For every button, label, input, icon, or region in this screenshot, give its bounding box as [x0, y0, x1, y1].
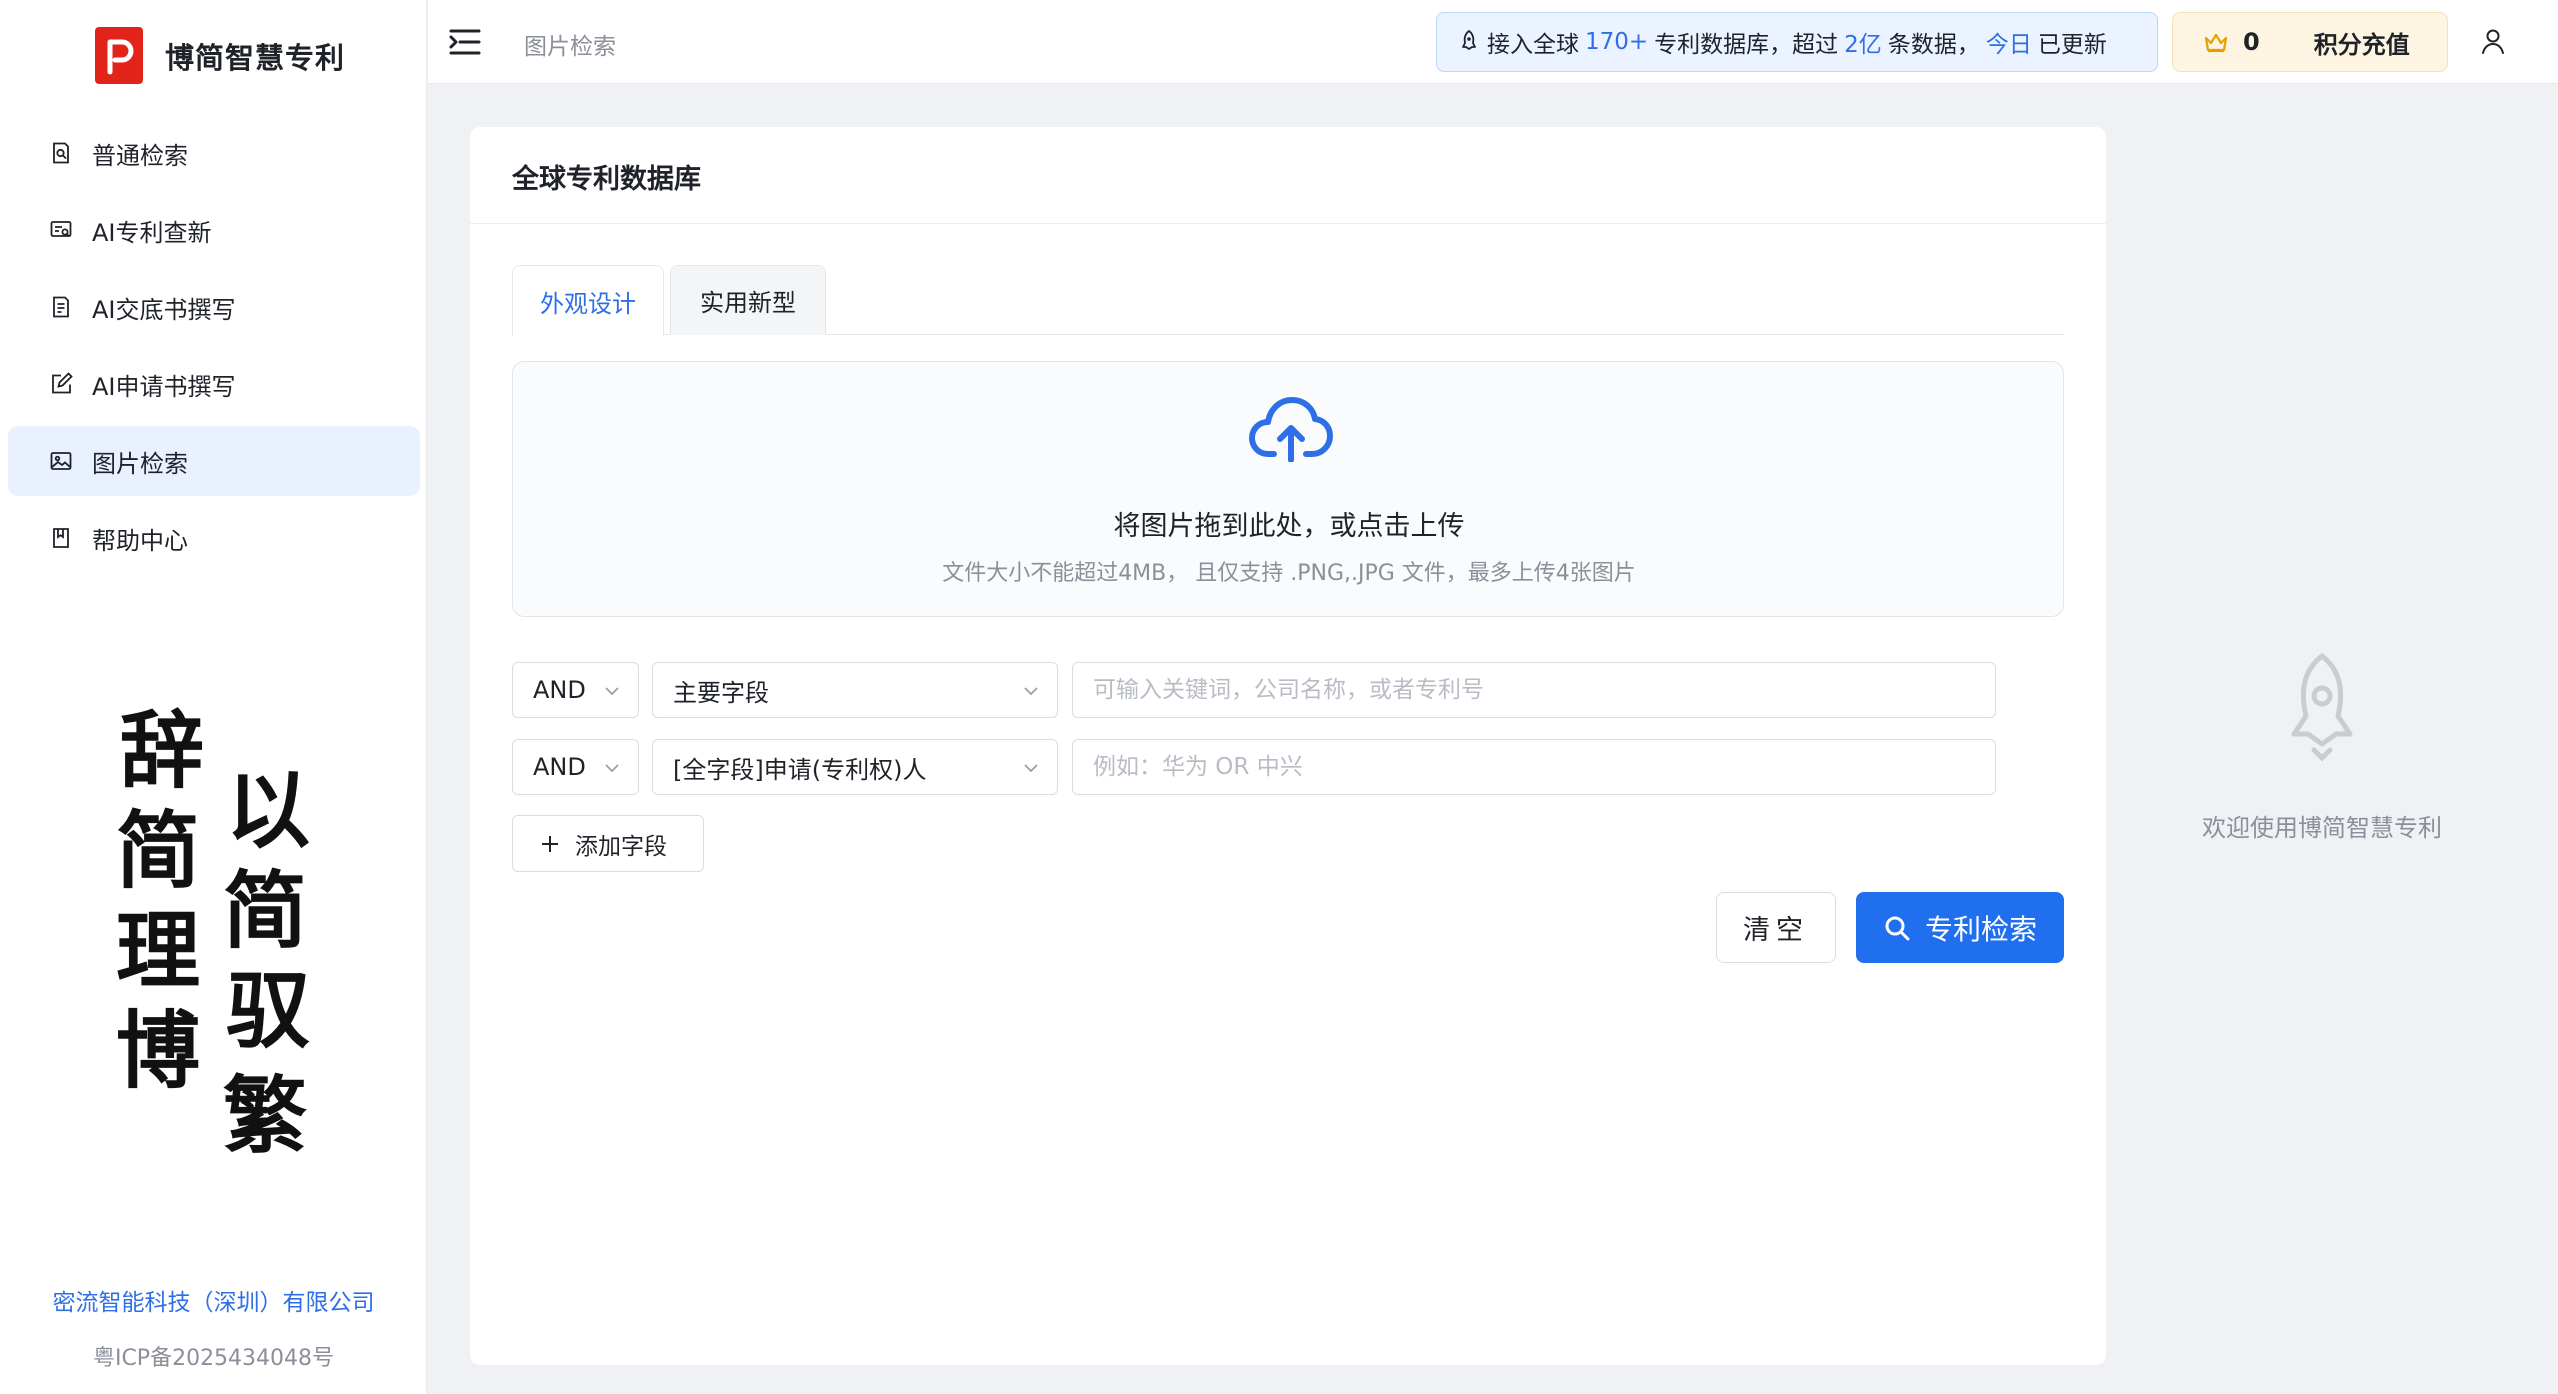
patent-search-label: 专利检索 — [1924, 912, 2037, 946]
sidebar-item-general-search[interactable]: 普通检索 — [8, 118, 420, 188]
sidebar-item-label: AI交底书撰写 — [92, 295, 236, 324]
user-icon[interactable] — [2478, 26, 2508, 56]
notice-db-count: 170+ — [1585, 29, 1649, 55]
notice-text-2: 专利数据库，超过 — [1654, 32, 1839, 58]
sidebar-item-label: 普通检索 — [92, 141, 188, 170]
notice-record-count: 2亿 — [1844, 32, 1882, 58]
logic-select[interactable]: AND — [512, 662, 639, 718]
footer-company-link[interactable]: 密流智能科技（深圳）有限公司 — [0, 1283, 427, 1317]
search-card: 全球专利数据库 外观设计 实用新型 将图片拖到此处，或点击上传 文件大小不能超过… — [470, 127, 2106, 1365]
add-field-button[interactable]: 添加字段 — [512, 815, 704, 872]
field-select[interactable]: [全字段]申请(专利权)人 — [652, 739, 1058, 795]
field-select-value: [全字段]申请(专利权)人 — [673, 755, 927, 784]
applicant-input[interactable] — [1072, 739, 1996, 795]
calligraphy-left-3: 理 — [116, 906, 200, 999]
brand-name: 博简智慧专利 — [165, 40, 346, 75]
points-count: 0 — [2243, 28, 2260, 56]
crown-icon — [2204, 33, 2228, 53]
calligraphy-right-2: 简 — [223, 866, 307, 959]
data-update-notice: 接入全球 170+ 专利数据库，超过 2亿 条数据， 今日 已更新 — [1436, 12, 2158, 72]
query-row: AND [全字段]申请(专利权)人 — [512, 739, 2064, 795]
sidebar-item-label: 图片检索 — [92, 449, 188, 478]
logo-p-icon — [107, 39, 134, 74]
sidebar-item-label: 帮助中心 — [92, 526, 188, 555]
calligraphy-left-4: 博 — [116, 1006, 200, 1099]
sidebar-item-help-center[interactable]: 帮助中心 — [8, 503, 420, 573]
welcome-message: 欢迎使用博简智慧专利 — [2202, 814, 2442, 842]
image-upload-dropzone[interactable]: 将图片拖到此处，或点击上传 文件大小不能超过4MB， 且仅支持 .PNG,.JP… — [512, 361, 2064, 617]
calligraphy-right-3: 驭 — [226, 966, 310, 1059]
keyword-input[interactable] — [1072, 662, 1996, 718]
sidebar-item-image-search[interactable]: 图片检索 — [8, 426, 420, 496]
edit-icon — [48, 371, 74, 397]
tab-utility-model[interactable]: 实用新型 — [670, 265, 826, 335]
logic-select[interactable]: AND — [512, 739, 639, 795]
field-select-value: 主要字段 — [673, 678, 769, 707]
brand-logo — [95, 27, 143, 84]
sidebar-item-label: AI专利查新 — [92, 218, 212, 247]
image-icon — [48, 448, 74, 474]
breadcrumb: 图片检索 — [524, 34, 616, 60]
notice-today: 今日 — [1985, 32, 2032, 58]
upload-hint: 文件大小不能超过4MB， 且仅支持 .PNG,.JPG 文件，最多上传4张图片 — [942, 561, 1636, 586]
footer-icp[interactable]: 粤ICP备2025434048号 — [0, 1340, 427, 1372]
brand[interactable]: 博简智慧专利 — [95, 27, 345, 84]
patent-type-tabs: 外观设计 实用新型 — [512, 265, 2064, 336]
top-bar: 图片检索 接入全球 170+ 专利数据库，超过 2亿 条数据， 今日 已更新 0… — [428, 0, 2558, 84]
recharge-label: 积分充值 — [2313, 30, 2410, 59]
tab-design[interactable]: 外观设计 — [512, 265, 664, 336]
patent-search-button[interactable]: 专利检索 — [1856, 892, 2064, 963]
chevron-down-icon — [605, 764, 619, 773]
sidebar-nav: 普通检索 AI专利查新 AI交底书撰写 AI申请书撰写 图片检索 帮助中心 — [8, 118, 420, 580]
points-recharge-button[interactable]: 0 积分充值 — [2172, 12, 2448, 72]
calligraphy-right-4: 繁 — [223, 1071, 307, 1164]
book-icon — [48, 525, 74, 551]
calligraphy-left-1: 辞 — [120, 706, 204, 799]
sidebar-item-ai-disclosure[interactable]: AI交底书撰写 — [8, 272, 420, 342]
plus-icon — [542, 835, 558, 852]
chevron-down-icon — [605, 687, 619, 696]
query-row: AND 主要字段 — [512, 662, 2064, 718]
sidebar-item-ai-application[interactable]: AI申请书撰写 — [8, 349, 420, 419]
sidebar: 博简智慧专利 普通检索 AI专利查新 AI交底书撰写 AI申请书撰写 图片检索 … — [0, 0, 427, 1394]
calligraphy-right-1: 以 — [226, 766, 310, 859]
logic-select-value: AND — [533, 676, 586, 704]
notice-text-4: 已更新 — [2037, 32, 2107, 58]
sidebar-item-ai-novelty[interactable]: AI专利查新 — [8, 195, 420, 265]
rocket-icon — [2291, 653, 2353, 762]
logic-select-value: AND — [533, 753, 586, 781]
ai-doc-icon — [48, 294, 74, 320]
notice-text-3: 条数据， — [1887, 32, 1980, 58]
cloud-upload-icon — [1249, 397, 1333, 462]
clear-button[interactable]: 清空 — [1716, 892, 1836, 963]
chevron-down-icon — [1024, 687, 1038, 696]
field-select[interactable]: 主要字段 — [652, 662, 1058, 718]
rocket-icon — [1462, 30, 1476, 50]
search-icon — [1885, 916, 1910, 940]
notice-text-1: 接入全球 — [1487, 32, 1579, 58]
add-field-label: 添加字段 — [575, 833, 667, 860]
upload-instruction: 将图片拖到此处，或点击上传 — [1113, 511, 1465, 542]
card-title: 全球专利数据库 — [512, 164, 701, 195]
sidebar-item-label: AI申请书撰写 — [92, 372, 236, 401]
chevron-down-icon — [1024, 764, 1038, 773]
calligraphy-slogan: 辞 简 理 博 以 简 驭 繁 — [116, 706, 310, 1164]
menu-collapse-icon[interactable] — [448, 26, 482, 58]
calligraphy-left-2: 简 — [116, 806, 200, 899]
card-divider — [470, 223, 2106, 224]
ai-check-icon — [48, 217, 74, 243]
search-doc-icon — [48, 140, 74, 166]
